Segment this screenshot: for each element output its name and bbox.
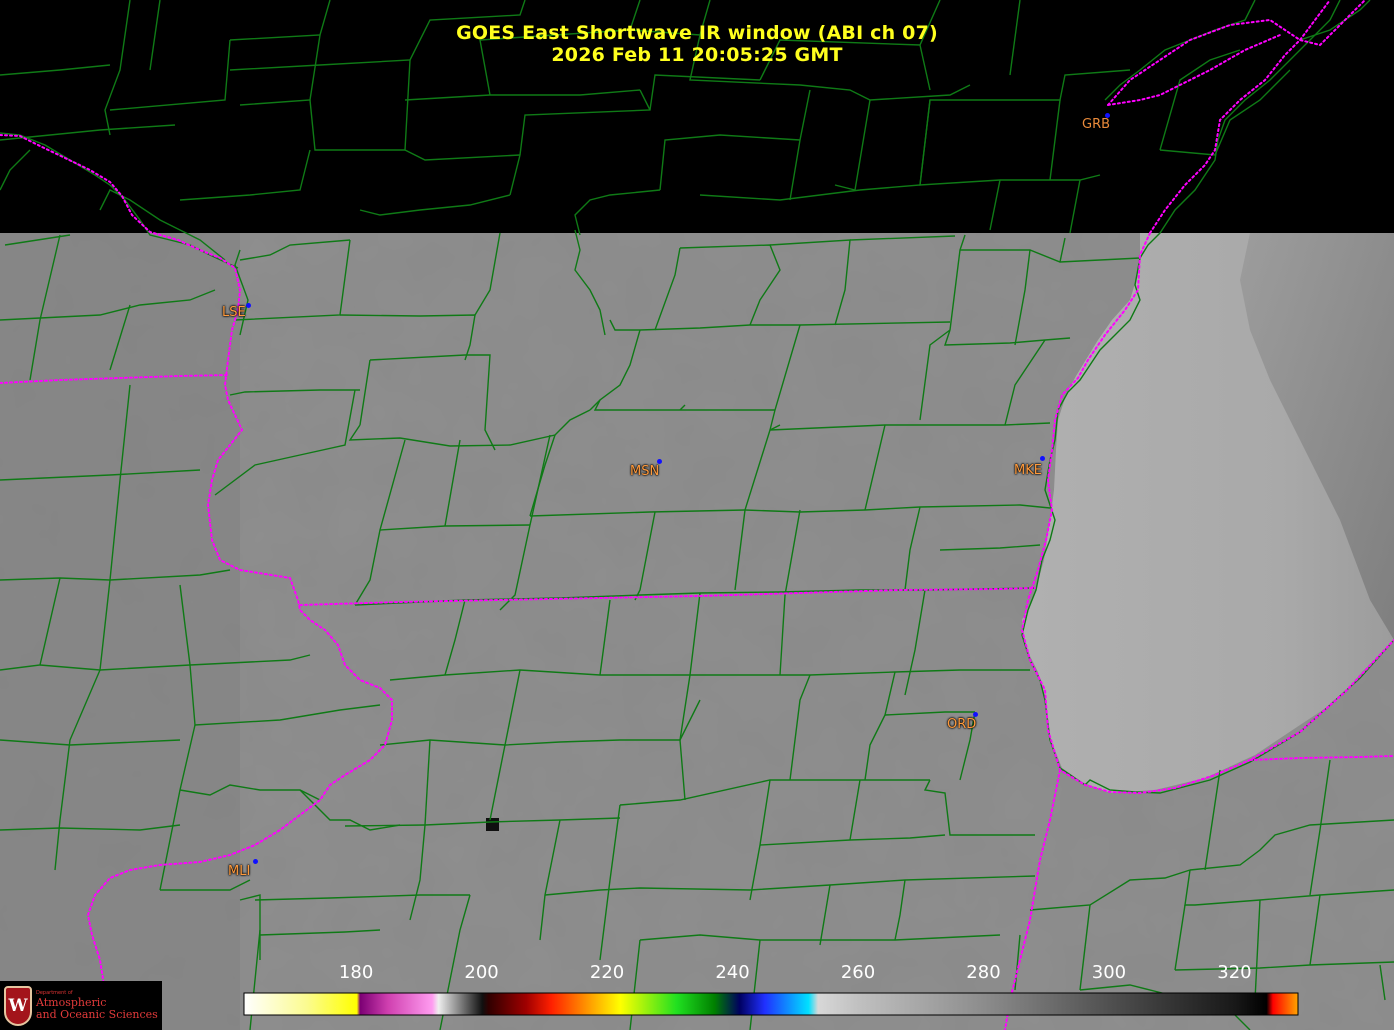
station-dot-lse [246, 303, 251, 308]
colorbar-tick-label: 180 [338, 962, 374, 983]
map-timestamp: 2026 Feb 11 20:05:25 GMT [551, 44, 843, 66]
station-dot-mke [1040, 456, 1045, 461]
station-label-mke: MKE [1014, 463, 1042, 478]
imagery-layer [0, 233, 1394, 1030]
logo-text: Department of Atmospheric and Oceanic Sc… [36, 990, 158, 1021]
colorbar-tick-label: 320 [1217, 962, 1252, 983]
colorbar-tick-label: 200 [464, 962, 499, 983]
temperature-colorbar [243, 992, 1299, 1016]
colorbar-tick-label: 300 [1091, 962, 1127, 983]
colorbar-tick-label: 220 [589, 962, 625, 983]
colorbar-tick-label: 260 [840, 962, 876, 983]
colorbar-tick-label: 280 [966, 962, 1001, 983]
logo-name-line2: and Oceanic Sciences [36, 1008, 158, 1021]
colorbar-gradient [243, 992, 1299, 1016]
station-label-mli: MLI [228, 864, 251, 879]
satellite-map[interactable] [0, 0, 1394, 1030]
station-dot-mli [253, 859, 258, 864]
aos-logo: W Department of Atmospheric and Oceanic … [0, 981, 162, 1030]
station-label-msn: MSN [630, 464, 660, 479]
colorbar-tick-label: 240 [715, 962, 750, 983]
station-label-ord: ORD [947, 717, 977, 732]
west-darker-band [0, 233, 240, 1030]
station-label-grb: GRB [1082, 117, 1111, 132]
station-label-lse: LSE [222, 305, 246, 320]
uw-crest-icon: W [4, 985, 32, 1026]
map-title: GOES East Shortwave IR window (ABI ch 07… [456, 22, 938, 44]
dark-pixel [486, 818, 499, 831]
